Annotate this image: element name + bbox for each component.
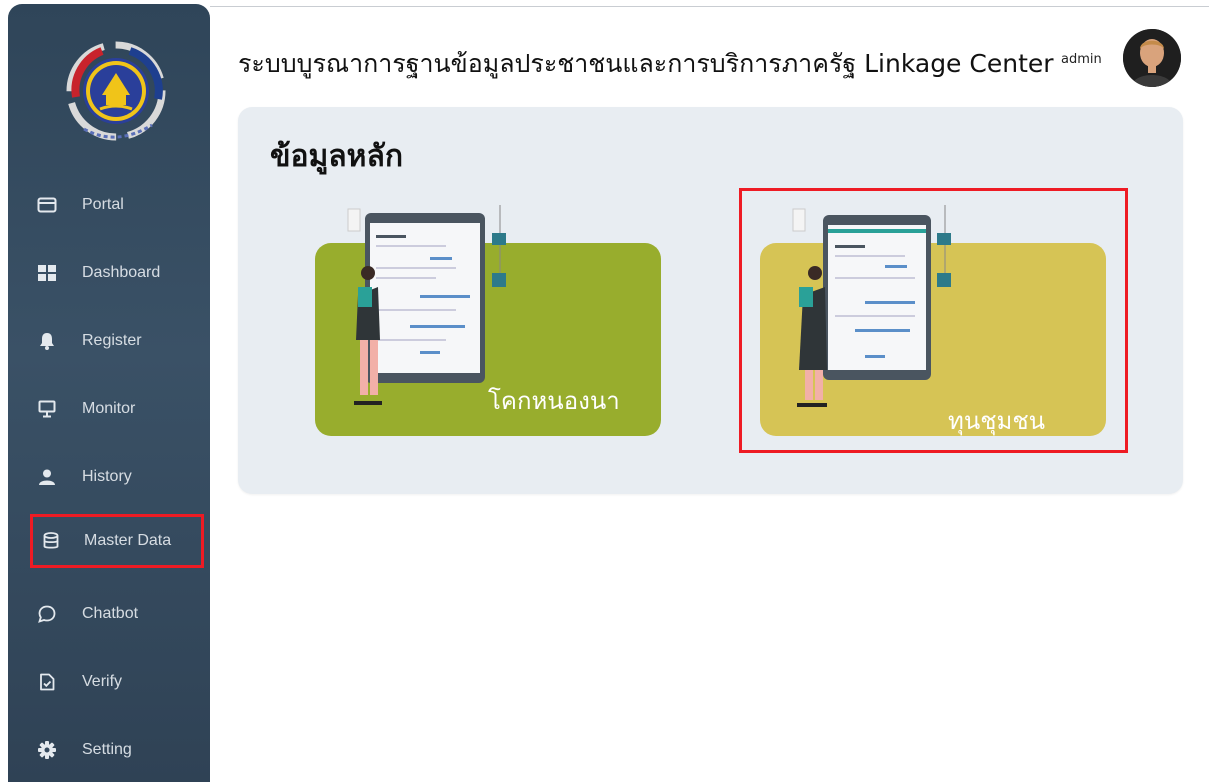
page-title: ระบบบูรณาการฐานข้อมูลประชาชนและการบริการ… <box>238 49 1054 78</box>
avatar[interactable] <box>1123 29 1181 87</box>
sidebar-item-label: Monitor <box>82 400 136 417</box>
portal-card-icon <box>36 194 58 216</box>
monitor-icon <box>36 398 58 420</box>
sidebar-item-setting[interactable]: Setting <box>24 730 204 770</box>
database-icon <box>40 530 62 552</box>
sidebar-item-label: History <box>82 468 132 485</box>
woman-with-tablet-illustration <box>347 205 506 405</box>
file-check-icon <box>36 671 58 693</box>
sidebar-item-label: Portal <box>82 196 124 213</box>
gear-icon <box>36 739 58 761</box>
chat-bubble-icon <box>36 603 58 625</box>
sidebar-item-verify[interactable]: Verify <box>24 662 204 702</box>
department-seal-icon[interactable] <box>62 37 170 147</box>
sidebar-item-monitor[interactable]: Monitor <box>24 389 204 429</box>
dashboard-grid-icon <box>36 262 58 284</box>
sidebar: Portal Dashboard Register Monitor Histor… <box>8 4 210 782</box>
sidebar-item-register[interactable]: Register <box>24 321 204 361</box>
sidebar-item-label: Verify <box>82 673 123 690</box>
sidebar-item-history[interactable]: History <box>24 457 204 497</box>
user-icon <box>36 466 58 488</box>
sidebar-item-label: Setting <box>82 741 132 758</box>
sidebar-item-label: Master Data <box>84 532 172 549</box>
sidebar-item-label: Dashboard <box>82 264 161 281</box>
user-avatar-icon <box>1123 29 1181 87</box>
woman-with-tablet-illustration <box>792 205 951 407</box>
sidebar-item-chatbot[interactable]: Chatbot <box>24 594 204 634</box>
user-name[interactable]: admin <box>1061 52 1102 67</box>
sidebar-item-portal[interactable]: Portal <box>24 185 204 225</box>
top-divider <box>210 6 1209 7</box>
section-title: ข้อมูลหลัก <box>270 139 404 174</box>
bell-icon <box>36 330 58 352</box>
sidebar-item-dashboard[interactable]: Dashboard <box>24 253 204 293</box>
sidebar-item-label: Register <box>82 332 142 349</box>
sidebar-item-master-data[interactable]: Master Data <box>30 514 204 568</box>
sidebar-item-label: Chatbot <box>82 605 139 622</box>
